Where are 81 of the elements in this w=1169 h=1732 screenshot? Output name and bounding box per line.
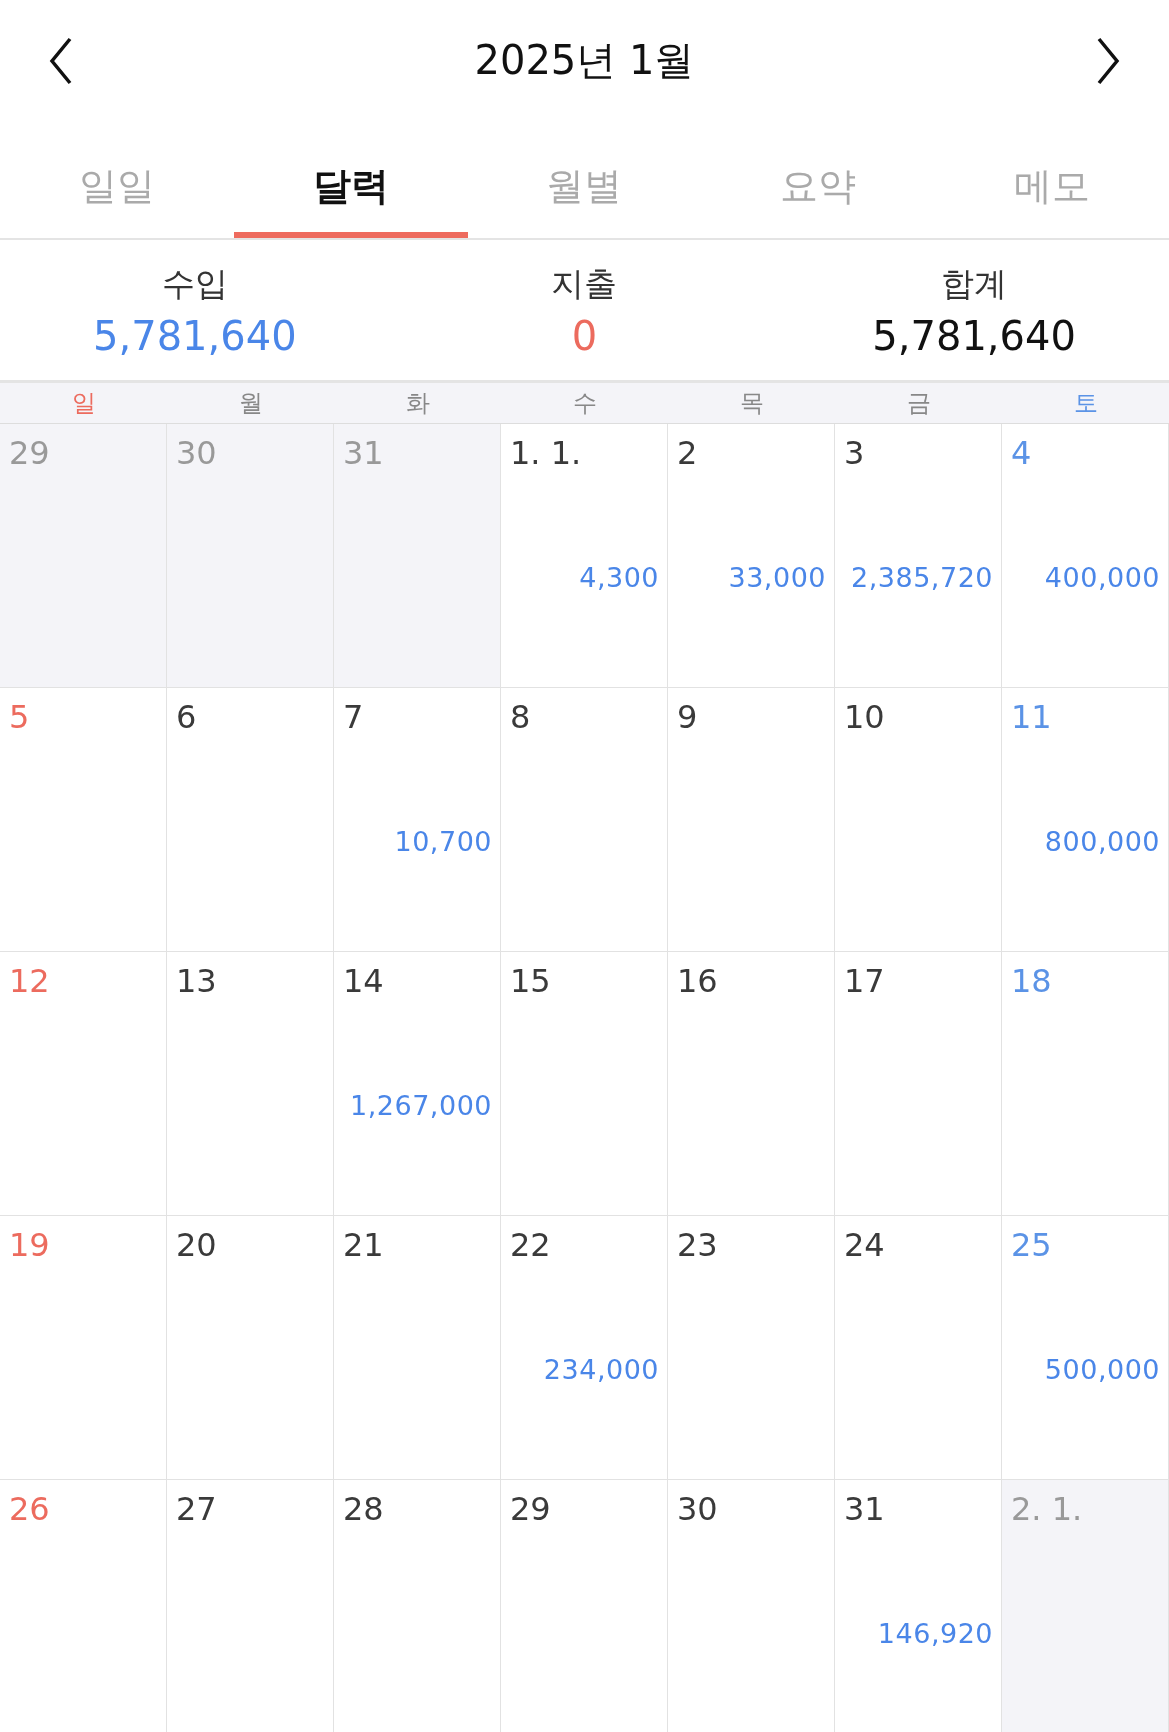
income-amount: 800,000 [1044, 826, 1160, 857]
day-number: 12 [9, 962, 50, 1000]
day-cell[interactable]: 10 [835, 688, 1002, 952]
day-number: 27 [176, 1490, 217, 1528]
day-number: 30 [677, 1490, 718, 1528]
day-number: 5 [9, 698, 30, 736]
day-cell[interactable]: 3 2,385,720 [835, 424, 1002, 688]
day-number: 19 [9, 1226, 50, 1264]
summary-label: 수입 [161, 262, 228, 305]
day-cell[interactable]: 6 [167, 688, 334, 952]
day-number: 23 [677, 1226, 718, 1264]
day-number: 2 [677, 434, 698, 472]
day-cell[interactable]: 21 [334, 1216, 501, 1480]
day-number: 31 [343, 434, 384, 472]
day-number: 1. 1. [510, 434, 582, 472]
day-number: 4 [1011, 434, 1032, 472]
day-number: 7 [343, 698, 364, 736]
income-amount: 4,300 [579, 562, 659, 593]
weekday-label: 월 [237, 388, 264, 419]
day-cell[interactable]: 9 [668, 688, 835, 952]
income-amount: 1,267,000 [350, 1090, 492, 1121]
summary-label: 합계 [941, 262, 1008, 305]
day-cell[interactable]: 14 1,267,000 [334, 952, 501, 1216]
income-amount: 500,000 [1044, 1354, 1160, 1385]
income-amount: 33,000 [728, 562, 826, 593]
day-number: 29 [9, 434, 50, 472]
day-cell[interactable]: 13 [167, 952, 334, 1216]
tab[interactable]: 달력 [233, 121, 468, 238]
income-amount: 2,385,720 [851, 562, 993, 593]
day-cell[interactable]: 4 400,000 [1002, 424, 1169, 688]
weekday-label: 화 [404, 388, 431, 419]
day-cell[interactable]: 7 10,700 [334, 688, 501, 952]
day-number: 10 [844, 698, 885, 736]
weekday-label: 금 [905, 388, 932, 419]
day-cell[interactable]: 22 234,000 [501, 1216, 668, 1480]
day-number: 31 [844, 1490, 885, 1528]
summary-value: 5,781,640 [872, 312, 1076, 359]
summary-label: 지출 [551, 262, 618, 305]
day-cell[interactable]: 16 [668, 952, 835, 1216]
day-number: 22 [510, 1226, 551, 1264]
day-cell[interactable]: 2 33,000 [668, 424, 835, 688]
day-number: 11 [1011, 698, 1052, 736]
weekday-label: 토 [1072, 388, 1099, 419]
day-number: 9 [677, 698, 698, 736]
day-cell[interactable]: 24 [835, 1216, 1002, 1480]
weekday-label: 일 [70, 388, 97, 419]
day-number: 2. 1. [1011, 1490, 1083, 1528]
day-number: 18 [1011, 962, 1052, 1000]
day-number: 20 [176, 1226, 217, 1264]
day-number: 6 [176, 698, 197, 736]
month-title: 2025년 1월 [474, 36, 695, 85]
weekday-label: 목 [738, 388, 765, 419]
day-cell[interactable]: 17 [835, 952, 1002, 1216]
day-cell[interactable]: 15 [501, 952, 668, 1216]
day-cell[interactable]: 20 [167, 1216, 334, 1480]
day-number: 21 [343, 1226, 384, 1264]
day-number: 26 [9, 1490, 50, 1528]
day-cell[interactable]: 1. 1. 4,300 [501, 424, 668, 688]
day-cell[interactable]: 11 800,000 [1002, 688, 1169, 952]
day-number: 17 [844, 962, 885, 1000]
day-cell[interactable]: 25 500,000 [1002, 1216, 1169, 1480]
income-amount: 234,000 [543, 1354, 659, 1385]
day-number: 29 [510, 1490, 551, 1528]
day-number: 25 [1011, 1226, 1052, 1264]
day-cell[interactable]: 23 [668, 1216, 835, 1480]
income-amount: 400,000 [1044, 562, 1160, 593]
day-cell[interactable]: 8 [501, 688, 668, 952]
day-number: 15 [510, 962, 551, 1000]
day-number: 3 [844, 434, 865, 472]
income-amount: 10,700 [394, 826, 492, 857]
day-number: 13 [176, 962, 217, 1000]
summary-value: 5,781,640 [93, 312, 297, 359]
day-number: 8 [510, 698, 531, 736]
day-number: 24 [844, 1226, 885, 1264]
day-number: 30 [176, 434, 217, 472]
weekday-label: 수 [571, 388, 598, 419]
day-number: 16 [677, 962, 718, 1000]
income-amount: 146,920 [877, 1618, 993, 1649]
day-number: 14 [343, 962, 384, 1000]
day-number: 28 [343, 1490, 384, 1528]
summary-value: 0 [571, 312, 598, 359]
